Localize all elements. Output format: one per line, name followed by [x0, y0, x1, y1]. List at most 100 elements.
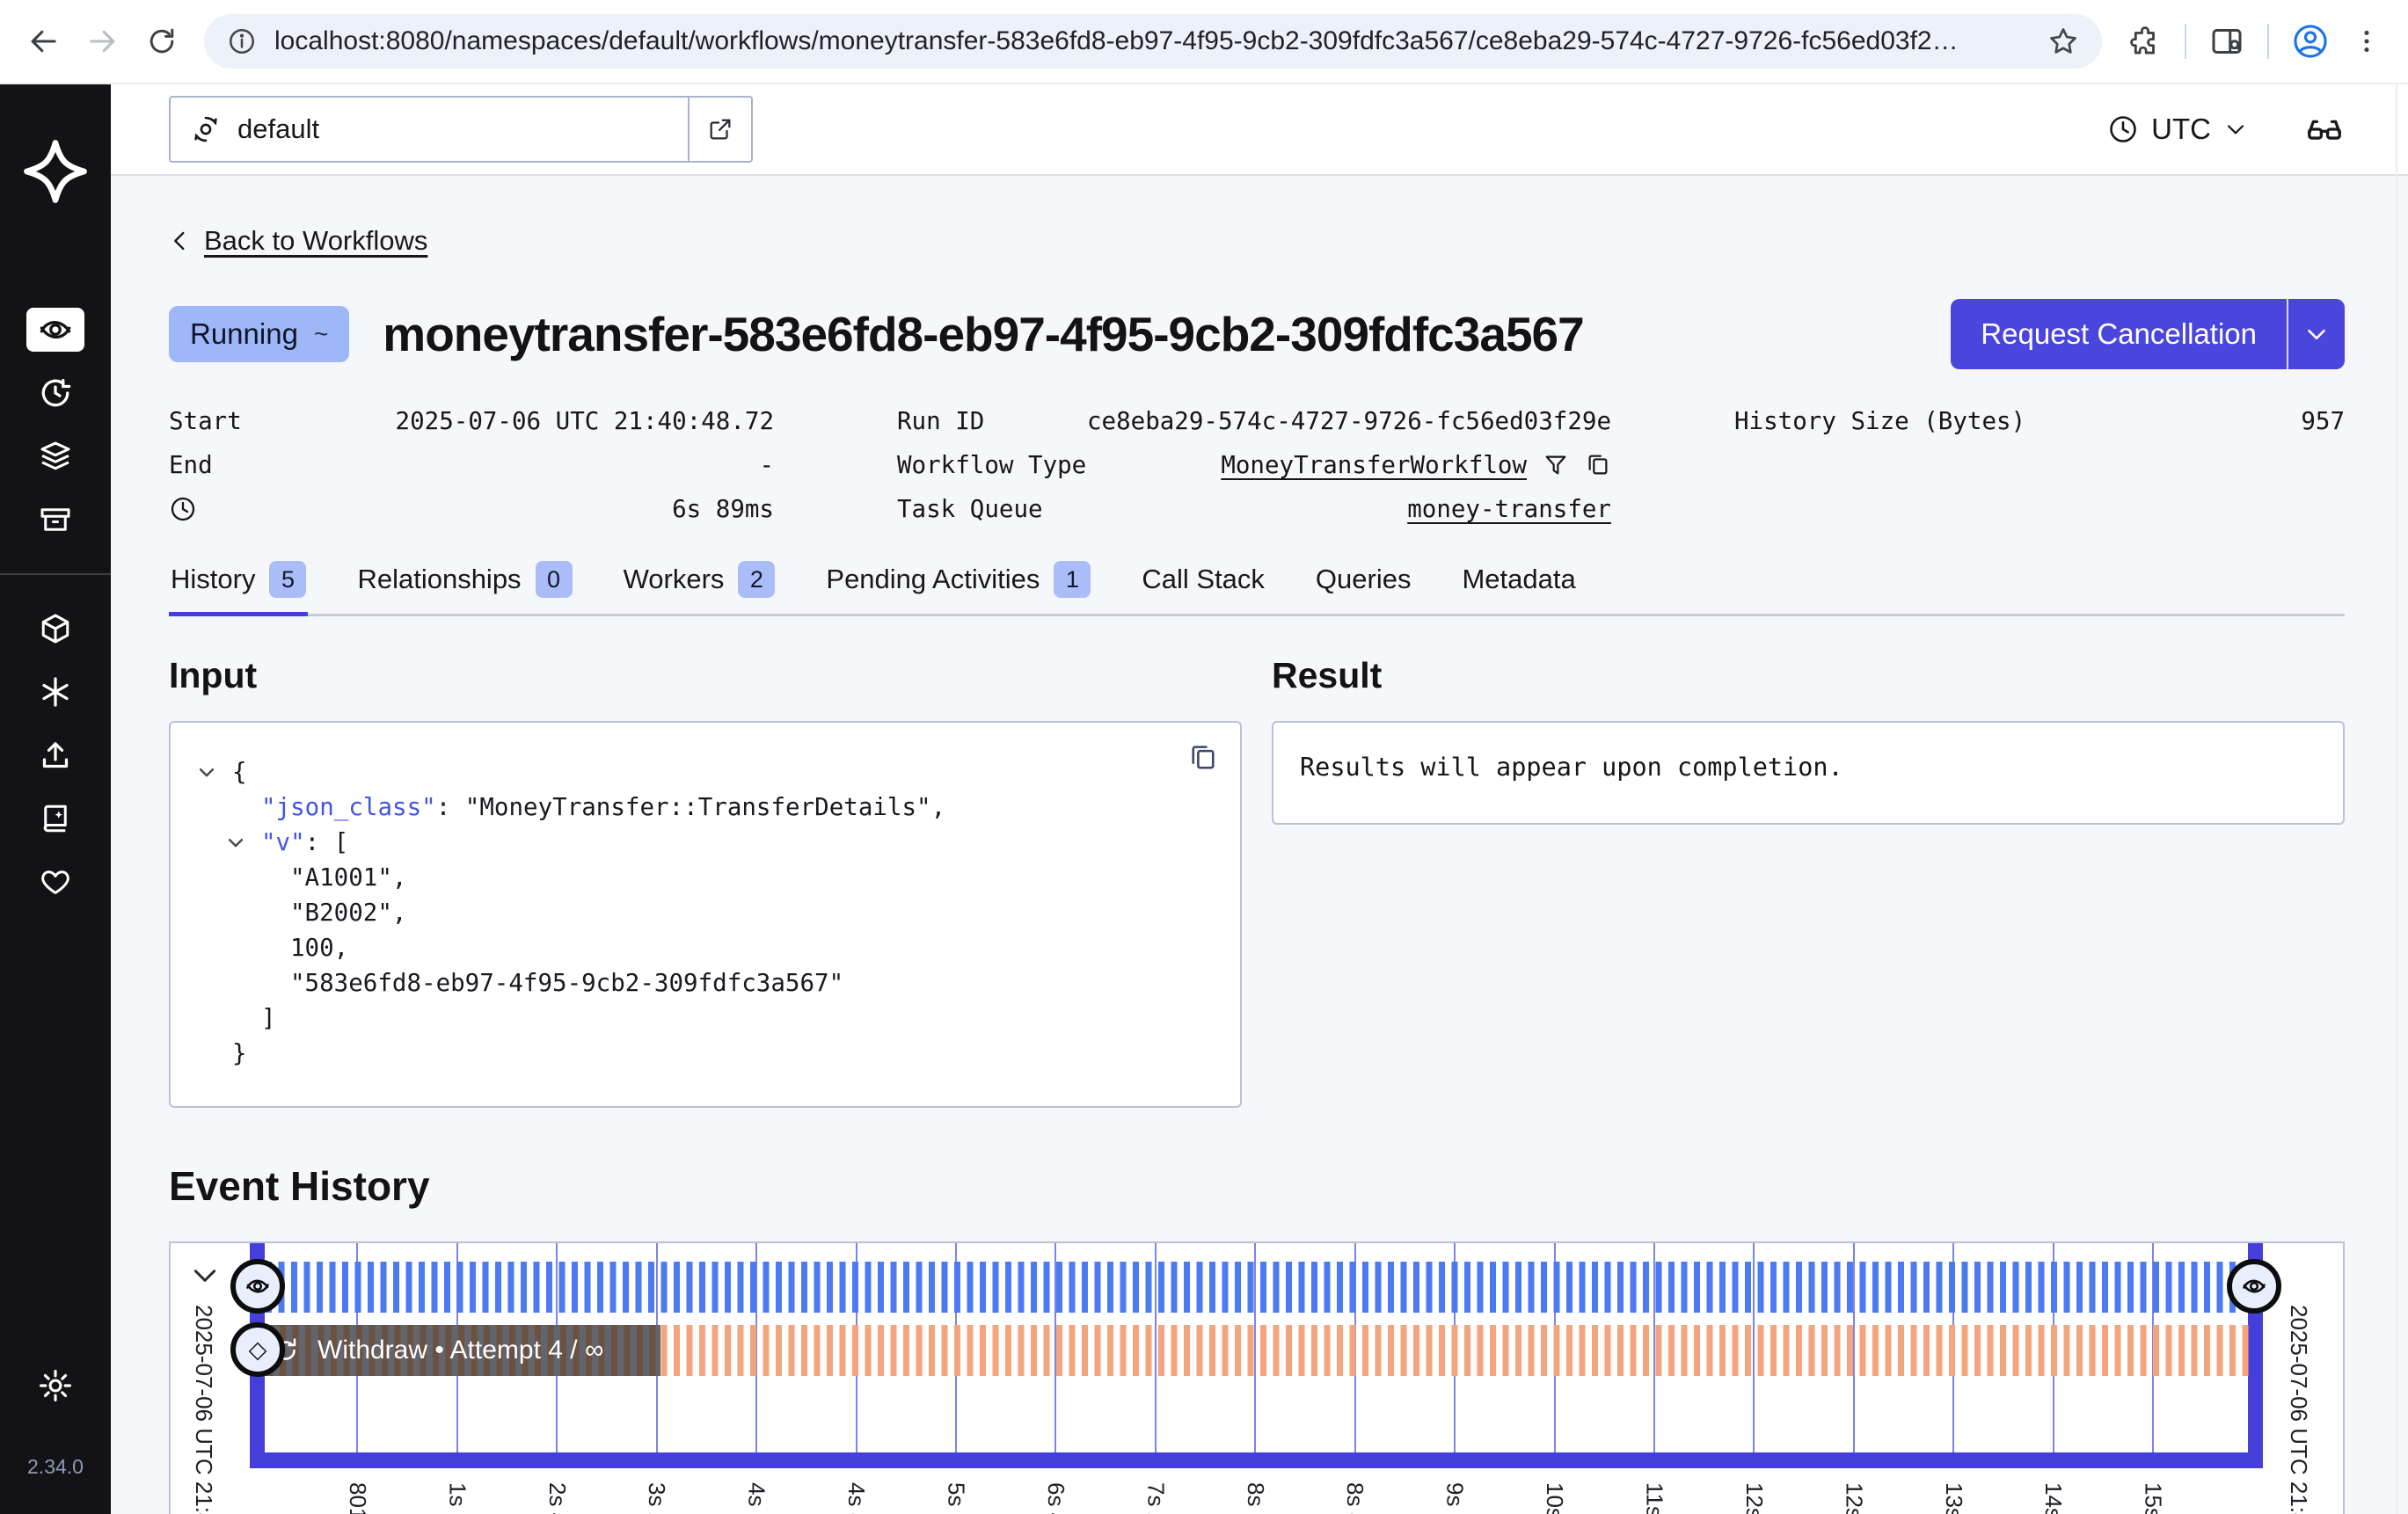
workflow-tabs: History5 Relationships0 Workers2 Pending Ac…	[169, 554, 2345, 616]
timezone-label: UTC	[2151, 113, 2211, 146]
timeline-tick-label: 3s 205ms	[643, 1482, 670, 1514]
sidebar-bottom: 2.34.0	[27, 1367, 84, 1479]
sidebar-item-feedback[interactable]	[26, 860, 84, 904]
screen: localhost:8080/namespaces/default/workfl…	[0, 0, 2408, 1514]
toolbar-divider	[2267, 24, 2269, 59]
tab-relationships[interactable]: Relationships0	[355, 554, 573, 614]
side-panel-search-icon[interactable]	[2209, 24, 2244, 59]
sidebar-nav-secondary	[26, 607, 84, 904]
timeline-tick-label: 7s 212ms	[1142, 1482, 1169, 1514]
chevron-down-icon	[2303, 321, 2330, 347]
temporal-logo-icon[interactable]	[23, 139, 88, 204]
copy-icon[interactable]	[1585, 452, 1611, 478]
timeline-collapse-icon[interactable]	[190, 1261, 220, 1291]
detail-workflow-type: Workflow Type MoneyTransferWorkflow	[897, 443, 1611, 487]
namespace-bar: default UTC	[111, 84, 2408, 176]
sidebar-item-docs[interactable]	[26, 797, 84, 841]
workflow-details: Start 2025-07-06 UTC 21:40:48.72 End - 6…	[169, 399, 2345, 531]
tab-call-stack[interactable]: Call Stack	[1140, 554, 1266, 614]
sidebar-item-workflows[interactable]	[26, 308, 84, 352]
browser-back-icon[interactable]	[26, 25, 60, 58]
sidebar-item-deployments[interactable]	[26, 434, 84, 478]
sidebar-item-namespaces[interactable]	[26, 607, 84, 651]
sidebar-nav	[26, 308, 84, 542]
extensions-icon[interactable]	[2128, 25, 2162, 58]
browser-actions	[2128, 23, 2382, 60]
namespace-external-link-icon[interactable]	[688, 98, 751, 161]
topbar-right: UTC	[2107, 109, 2345, 149]
timeline-tick-label: 801ms	[344, 1482, 371, 1514]
json-line: "A1001",	[232, 860, 1214, 895]
diamond-icon: ◇	[249, 1338, 267, 1362]
timeline-tick-label: 9s 616ms	[1441, 1482, 1469, 1514]
input-heading: Input	[169, 655, 1242, 696]
tab-history[interactable]: History5	[169, 554, 308, 614]
timezone-select[interactable]: UTC	[2107, 113, 2248, 146]
tab-queries[interactable]: Queries	[1314, 554, 1413, 614]
timeline-tick-label: 5s 609ms	[943, 1482, 970, 1514]
cancel-dropdown-caret[interactable]	[2288, 299, 2345, 369]
json-line: "583e6fd8-eb97-4f95-9cb2-309fdfc3a567"	[232, 965, 1214, 1001]
timeline-tick-label: 1s 602ms	[443, 1482, 471, 1514]
sidebar-item-import[interactable]	[26, 733, 84, 777]
timeline-tick-label: 11s 218ms	[1641, 1482, 1668, 1514]
tab-count-badge: 5	[269, 561, 306, 598]
detail-start: Start 2025-07-06 UTC 21:40:48.72	[169, 399, 774, 443]
tab-metadata[interactable]: Metadata	[1460, 554, 1577, 614]
bookmark-star-icon[interactable]	[2047, 25, 2079, 57]
json-line: {	[232, 754, 1214, 790]
namespace-selector[interactable]: default	[169, 96, 753, 163]
json-line: "v": [	[232, 825, 1214, 860]
timeline-tick-label: 6s 410ms	[1042, 1482, 1069, 1514]
back-to-workflows-link[interactable]: Back to Workflows	[169, 225, 427, 257]
collapse-toggle-icon[interactable]	[197, 762, 216, 782]
detail-task-queue: Task Queue money-transfer	[897, 487, 1611, 531]
result-placeholder: Results will appear upon completion.	[1272, 721, 2345, 825]
tab-count-badge: 0	[536, 561, 573, 598]
browser-forward-icon[interactable]	[86, 25, 120, 58]
task-queue-link[interactable]: money-transfer	[1407, 495, 1611, 523]
sidebar-divider	[0, 573, 111, 575]
site-info-icon[interactable]	[227, 26, 257, 56]
workflow-execution-bar[interactable]	[266, 1262, 2236, 1313]
collapse-toggle-icon[interactable]	[226, 833, 245, 852]
workflow-eye-icon	[2240, 1272, 2268, 1300]
timeline-tick-label: 10s 417ms	[1541, 1482, 1568, 1514]
json-line: ]	[232, 1001, 1214, 1036]
activity-node[interactable]: ◇	[230, 1322, 285, 1377]
tab-pending-activities[interactable]: Pending Activities1	[824, 554, 1092, 614]
workflow-start-node[interactable]	[230, 1259, 285, 1314]
theme-toggle-sun-icon[interactable]	[37, 1367, 74, 1404]
input-json-viewer: {"json_class": "MoneyTransfer::TransferD…	[169, 721, 1242, 1108]
profile-icon[interactable]	[2292, 23, 2329, 60]
json-line: 100,	[232, 930, 1214, 965]
timeline-tick-label: 15s 225ms	[2140, 1482, 2167, 1514]
sidebar-item-nexus[interactable]	[26, 670, 84, 714]
browser-reload-icon[interactable]	[146, 25, 178, 57]
sidebar-item-archive[interactable]	[26, 498, 84, 542]
address-bar[interactable]: localhost:8080/namespaces/default/workfl…	[204, 14, 2102, 69]
tab-workers[interactable]: Workers2	[622, 554, 777, 614]
json-line: }	[232, 1036, 1214, 1071]
toolbar-divider	[2185, 24, 2186, 59]
json-line: "json_class": "MoneyTransfer::TransferDe…	[232, 790, 1214, 825]
workflow-type-link[interactable]: MoneyTransferWorkflow	[1221, 451, 1527, 479]
status-badge[interactable]: Running ~	[169, 306, 349, 362]
request-cancellation-button[interactable]: Request Cancellation	[1951, 299, 2345, 369]
result-section: Result Results will appear upon completi…	[1272, 655, 2345, 825]
namespace-current[interactable]: default	[171, 98, 688, 161]
sidebar: 2.34.0	[0, 84, 111, 1514]
url-text[interactable]: localhost:8080/namespaces/default/workfl…	[274, 26, 2030, 56]
timeline-tick-label: 4s 6ms	[743, 1482, 770, 1514]
browser-menu-icon[interactable]	[2352, 26, 2382, 56]
timeline-axis	[250, 1452, 2263, 1468]
sidebar-item-schedules[interactable]	[26, 371, 84, 415]
filter-icon[interactable]	[1543, 452, 1569, 478]
workflow-end-node[interactable]	[2227, 1259, 2281, 1314]
timeline-start-timestamp: 2025-07-06 UTC 21:40:48.72	[190, 1305, 217, 1514]
activity-label[interactable]: Withdraw • Attempt 4 / ∞	[254, 1325, 660, 1376]
detail-run-id: Run ID ce8eba29-574c-4727-9726-fc56ed03f…	[897, 399, 1611, 443]
detail-duration: 6s 89ms	[169, 487, 774, 531]
labs-glasses-icon[interactable]	[2304, 109, 2345, 149]
content-edge-line	[2396, 84, 2397, 1514]
